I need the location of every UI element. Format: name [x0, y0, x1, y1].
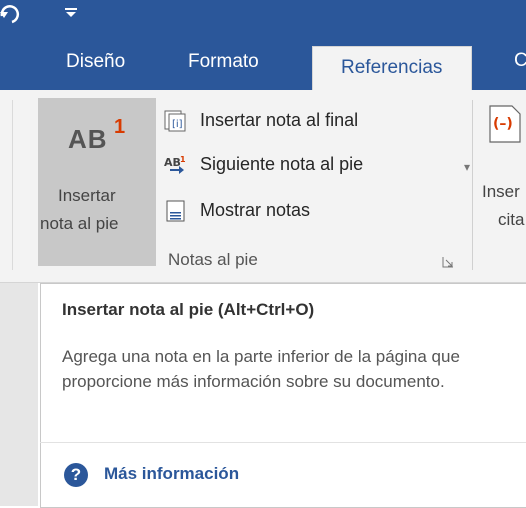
next-footnote-label: Siguiente nota al pie [200, 154, 364, 174]
group-separator [472, 100, 473, 270]
tooltip-description: Agrega una nota en la parte inferior de … [62, 347, 460, 391]
tooltip-divider [40, 442, 526, 443]
document-gutter [0, 283, 38, 506]
group-label-notas-al-pie: Notas al pie [168, 250, 258, 269]
footnote-number-icon: 1 [114, 116, 126, 138]
insert-citation-icon[interactable]: (–) [488, 104, 522, 144]
endnote-icon: [i] [164, 110, 186, 132]
redo-icon[interactable] [0, 2, 26, 26]
footnote-icon: AB [68, 124, 108, 154]
more-info-link[interactable]: Más información [104, 464, 239, 484]
insert-citation-label-2: cita [498, 210, 525, 229]
next-footnote-dropdown-icon[interactable]: ▾ [464, 160, 470, 174]
insert-citation-label-1: Inser [482, 182, 520, 201]
group-divider [12, 100, 13, 270]
show-notes-label: Mostrar notas [200, 200, 311, 220]
dialog-launcher-icon[interactable] [442, 256, 454, 268]
svg-text:AB: AB [164, 156, 181, 169]
insert-footnote-label-1: Insertar [58, 186, 116, 205]
tab-referencias-label: Referencias [341, 57, 443, 78]
svg-text:[i]: [i] [172, 119, 183, 130]
tab-partial[interactable]: C [514, 50, 526, 72]
svg-text:(–): (–) [493, 116, 513, 132]
tab-referencias[interactable]: Referencias [312, 46, 472, 91]
show-notes-icon [166, 200, 185, 222]
next-footnote-icon: AB 1 [164, 155, 186, 174]
tooltip-title: Insertar nota al pie (Alt+Ctrl+O) [62, 300, 315, 319]
tab-formato[interactable]: Formato [188, 50, 259, 74]
title-bar [0, 0, 526, 32]
svg-text:1: 1 [180, 155, 186, 164]
quick-access-dropdown-icon[interactable] [64, 8, 78, 18]
help-icon[interactable]: ? [64, 463, 88, 487]
insert-footnote-label-2: nota al pie [40, 214, 119, 233]
insert-endnote-label: Insertar nota al final [200, 110, 359, 130]
tab-diseno[interactable]: Diseño [66, 50, 125, 74]
